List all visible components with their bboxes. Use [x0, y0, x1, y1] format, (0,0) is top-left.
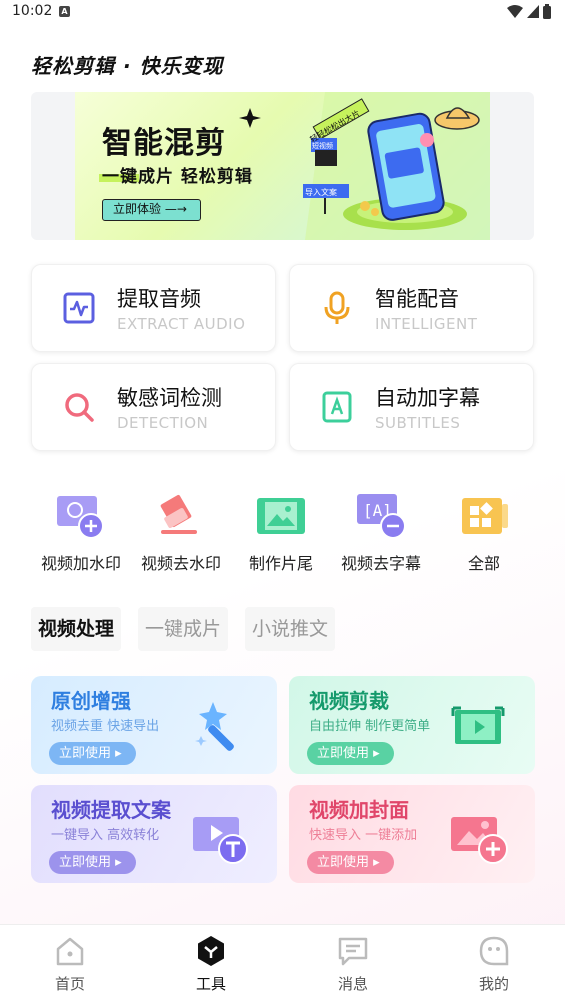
tab-video-processing[interactable]: 视频处理	[31, 607, 122, 651]
card-add-cover[interactable]: 视频加封面 快速导入 一键添加 立即使用 ▸	[289, 785, 535, 883]
tool-add-watermark[interactable]: 视频加水印	[31, 490, 131, 574]
tab-one-click[interactable]: 一键成片	[138, 607, 229, 651]
add-watermark-icon	[57, 496, 104, 539]
nav-label: 消息	[337, 975, 368, 993]
signal-icon	[527, 4, 539, 18]
nav-tools[interactable]: 工具	[171, 935, 251, 994]
card-subtitle: 视频去重 快速导出	[51, 719, 160, 734]
extract-text-icon	[193, 817, 248, 864]
banner-subtitle: 一键成片 轻松剪辑	[102, 167, 253, 187]
bottom-navigation: 首页 工具 消息 我的	[0, 924, 565, 1004]
card-use-button[interactable]: 立即使用 ▸	[307, 742, 394, 765]
search-icon	[65, 393, 94, 422]
card-use-button[interactable]: 立即使用 ▸	[49, 851, 136, 874]
film-image-icon	[257, 498, 305, 534]
app-slogan: 轻松剪辑 · 快乐变现	[31, 54, 224, 78]
card-use-button[interactable]: 立即使用 ▸	[49, 742, 136, 765]
add-cover-icon	[451, 817, 508, 864]
waveform-icon	[63, 292, 95, 324]
battery-icon	[543, 4, 551, 19]
banner-smart-mix[interactable]: 智能混剪 一键成片 轻松剪辑 立即体验 —→ 轻轻松松出大片 短视频 导入文案	[75, 92, 490, 240]
feature-intelligent-dubbing[interactable]: 智能配音 INTELLIGENT	[289, 264, 534, 352]
card-video-crop[interactable]: 视频剪裁 自由拉伸 制作更简单 立即使用 ▸	[289, 676, 535, 774]
microphone-icon	[324, 291, 350, 324]
nav-label: 首页	[54, 975, 85, 993]
card-title: 视频加封面	[309, 798, 409, 822]
nav-label: 工具	[195, 975, 226, 993]
remove-subtitle-icon: [A]	[357, 494, 406, 539]
card-use-label: 立即使用	[59, 746, 112, 761]
tool-label: 全部	[467, 554, 500, 573]
banner-title: 智能混剪	[102, 126, 226, 161]
banner-tag-import: 导入文案	[305, 188, 337, 197]
card-title: 原创增强	[51, 689, 131, 713]
status-time: 10:02	[12, 3, 53, 19]
tool-label: 制作片尾	[248, 554, 313, 573]
card-subtitle: 自由拉伸 制作更简单	[309, 719, 431, 734]
feature-auto-subtitles[interactable]: 自动加字幕 SUBTITLES	[289, 363, 534, 451]
nav-label: 我的	[478, 975, 509, 993]
card-title: 视频剪裁	[309, 689, 389, 713]
feature-sensitive-word-detection[interactable]: 敏感词检测 DETECTION	[31, 363, 276, 451]
card-extract-text[interactable]: 视频提取文案 一键导入 高效转化 立即使用 ▸	[31, 785, 277, 883]
nav-home[interactable]: 首页	[30, 935, 110, 994]
feature-title: 自动加字幕	[375, 386, 480, 410]
crop-video-icon	[451, 706, 505, 744]
banner-tag-short-video: 短视频	[312, 142, 333, 150]
feature-title: 智能配音	[375, 287, 459, 311]
profile-icon	[479, 936, 509, 966]
card-use-button[interactable]: 立即使用 ▸	[307, 851, 394, 874]
banner-carousel[interactable]: 智能混剪 一键成片 轻松剪辑 立即体验 —→ 轻轻松松出大片 短视频 导入文案	[31, 92, 534, 240]
eraser-icon	[160, 494, 197, 534]
category-tabs: 视频处理 一键成片 小说推文	[31, 607, 336, 651]
card-use-label: 立即使用	[317, 855, 370, 870]
card-subtitle: 一键导入 高效转化	[51, 828, 160, 843]
subtitle-icon	[322, 391, 352, 423]
home-icon	[56, 937, 84, 966]
tool-label: 视频去水印	[140, 554, 221, 573]
message-icon	[338, 937, 368, 966]
feature-subtitle: SUBTITLES	[375, 414, 461, 432]
tool-remove-subtitles[interactable]: [A] 视频去字幕	[331, 490, 431, 574]
feature-title: 提取音频	[117, 287, 201, 311]
wifi-icon	[507, 4, 523, 18]
card-subtitle: 快速导入 一键添加	[309, 828, 418, 843]
nav-messages[interactable]: 消息	[313, 935, 393, 994]
feature-subtitle: INTELLIGENT	[375, 315, 478, 333]
tool-label: 视频加水印	[40, 554, 121, 573]
nav-profile[interactable]: 我的	[454, 935, 534, 994]
feature-subtitle: DETECTION	[117, 414, 209, 432]
tool-make-ending[interactable]: 制作片尾	[231, 490, 331, 574]
banner-try-button[interactable]: 立即体验 —→	[102, 199, 201, 221]
tools-icon	[198, 936, 224, 966]
card-title: 视频提取文案	[51, 798, 171, 822]
card-use-label: 立即使用	[59, 855, 112, 870]
card-original-enhance[interactable]: 原创增强 视频去重 快速导出 立即使用 ▸	[31, 676, 277, 774]
status-bar: 10:02 A	[0, 0, 565, 26]
feature-title: 敏感词检测	[117, 386, 222, 410]
all-grid-icon	[462, 498, 508, 534]
card-use-label: 立即使用	[317, 746, 370, 761]
feature-extract-audio[interactable]: 提取音频 EXTRACT AUDIO	[31, 264, 276, 352]
tool-label: 视频去字幕	[340, 554, 421, 573]
magic-wand-icon	[195, 702, 234, 751]
tab-novel-promo[interactable]: 小说推文	[245, 607, 336, 651]
feature-subtitle: EXTRACT AUDIO	[117, 315, 246, 333]
tool-remove-watermark[interactable]: 视频去水印	[131, 490, 231, 574]
notification-icon: A	[59, 6, 70, 17]
tool-all[interactable]: 全部	[434, 490, 534, 574]
